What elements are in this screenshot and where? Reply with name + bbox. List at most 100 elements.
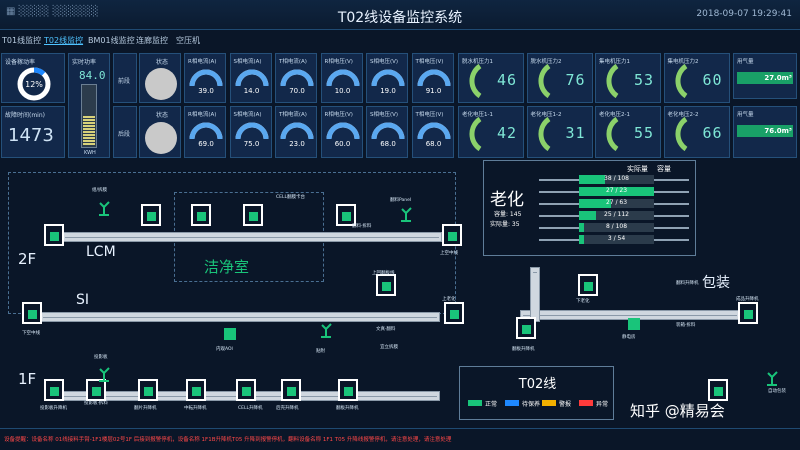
machine-2f-2[interactable] xyxy=(191,204,211,226)
aging-row: 38 / 108 xyxy=(579,175,654,184)
gauge-dial xyxy=(326,122,359,140)
pressure-value: 76 xyxy=(565,71,586,89)
gauge-dial xyxy=(417,69,450,87)
gauge-dial xyxy=(417,122,450,140)
downtime-value: 1473 xyxy=(8,125,54,146)
gauge-label: S相电流(A) xyxy=(233,59,262,65)
front-pressure: 脱水机压力2 76 xyxy=(526,53,593,103)
aging-title: 老化 xyxy=(490,190,524,210)
pressure-arc xyxy=(469,64,482,98)
gauge-dial xyxy=(235,122,268,140)
gauge-value: 14.0 xyxy=(243,87,260,95)
machine-up-lift[interactable] xyxy=(442,224,462,246)
machine-board[interactable] xyxy=(86,379,106,401)
machine-2f-3[interactable] xyxy=(243,204,263,226)
gauge-value: 68.0 xyxy=(425,140,442,148)
pressure-value: 66 xyxy=(702,124,723,142)
machine-up-flip[interactable] xyxy=(376,274,396,296)
machine-loader[interactable] xyxy=(44,224,64,246)
up-lift-label: 上空中线 xyxy=(440,251,458,256)
machine-pack-robot[interactable] xyxy=(708,379,728,401)
gauge-dial xyxy=(280,122,314,140)
power-unit: KWH xyxy=(84,150,96,156)
front-pressure: 集电机压力2 60 xyxy=(663,53,730,103)
aging-panel: 老化 容量: 145 实际量: 35 实际量 容量 38 / 108 27 / … xyxy=(483,160,696,256)
pressure-value: 42 xyxy=(496,124,517,142)
tab-compressor[interactable]: 空压机 xyxy=(176,35,200,46)
machine-lift2[interactable] xyxy=(138,379,158,401)
pressure-arc xyxy=(606,117,619,151)
title-bar: ▦ ░░░░ ░░░░░░ T02线设备监控系统 2018-09-07 19:2… xyxy=(0,0,800,30)
front-pressure: 集电机压力1 53 xyxy=(595,53,661,103)
power-value: 84.0 xyxy=(79,69,106,82)
pressure-arc xyxy=(538,64,551,98)
gauge-value: 39.0 xyxy=(198,87,214,95)
tab-bm01[interactable]: BM01线监控 xyxy=(88,35,135,46)
pressure-value: 31 xyxy=(565,124,586,142)
packing-label: 包装 xyxy=(702,275,730,291)
pack-flip-label: 翻料升降机 xyxy=(676,281,699,286)
gauge-label: T相电压(V) xyxy=(415,112,444,118)
gauge-dial xyxy=(326,69,359,87)
machine-lift6[interactable] xyxy=(338,379,358,401)
conveyor-2f xyxy=(62,232,442,242)
floor2-label: 2F xyxy=(18,250,37,268)
robot-arm-icon xyxy=(99,201,110,216)
gauge-value: 60.0 xyxy=(334,140,351,148)
rear-status-label: 状态 xyxy=(156,112,169,119)
machine-lift1[interactable] xyxy=(44,379,64,401)
machine-2f-1[interactable] xyxy=(141,204,161,226)
lift3-label: 中転升降机 xyxy=(184,406,207,411)
power-panel: 实时功率 84.0 KWH xyxy=(68,53,110,158)
tab-t02[interactable]: T02线监控 xyxy=(44,35,83,46)
front-gauge: S相电流(A) 14.0 xyxy=(229,53,272,103)
gauge-label: R相电流(A) xyxy=(188,112,217,118)
rear-pressure: 老化电压1-1 42 xyxy=(458,106,524,158)
gauge-label: S相电压(V) xyxy=(370,59,399,65)
machine-pack-turn[interactable] xyxy=(738,302,758,324)
rear-gauge: S相电压(V) 68.0 xyxy=(366,106,408,158)
aging-row-text: 8 / 108 xyxy=(605,223,628,230)
robot-arm-icon xyxy=(99,367,110,382)
tab-bar: T01线监控 T02线监控 BM01线监控 连廊监控 空压机 xyxy=(0,32,800,50)
status-legend: T02线 正常 待保养 警报 异常 xyxy=(459,366,614,420)
front-gauge: S相电压(V) 19.0 xyxy=(366,53,408,103)
aoi-label: 内观AOI xyxy=(216,347,233,352)
tab-t01[interactable]: T01线监控 xyxy=(2,35,41,46)
aging-row-text: 38 / 108 xyxy=(604,175,629,182)
down-lift-label: 下空中线 xyxy=(22,331,40,336)
lift6-label: 翻板升降机 xyxy=(336,406,359,411)
legend-label: 警报 xyxy=(559,401,572,408)
machine-up-old[interactable] xyxy=(444,302,464,324)
machine-old[interactable] xyxy=(516,317,536,339)
flip-label: 翻料Panel xyxy=(390,198,412,203)
trans-flip-label: 翻料·拆料 xyxy=(352,224,372,229)
gauge-label: T相电流(A) xyxy=(279,112,307,118)
window-title: T02线设备监控系统 xyxy=(337,10,463,26)
aging-row-text: 3 / 54 xyxy=(607,235,626,242)
machine-lift4[interactable] xyxy=(236,379,256,401)
gauge-value: 10.0 xyxy=(334,87,351,95)
rear-gauge: S相电流(A) 75.0 xyxy=(229,106,272,158)
machine-lift3[interactable] xyxy=(186,379,206,401)
machine-down-lift[interactable] xyxy=(22,302,42,324)
tab-corridor[interactable]: 连廊监控 xyxy=(136,35,168,46)
front-stage-label: 前段 xyxy=(118,78,131,85)
aging-row: 25 / 112 xyxy=(579,211,654,220)
front-gauge: R相电流(A) 39.0 xyxy=(184,53,226,103)
machine-lift5[interactable] xyxy=(281,379,301,401)
gauge-label: T相电压(V) xyxy=(415,59,444,65)
up-flip-label: 上回翻板线 xyxy=(372,271,395,276)
gauge-dial xyxy=(189,122,223,140)
gas-label-1: 用气量 xyxy=(737,59,754,65)
downtime-label: 故障时间(min) xyxy=(5,112,45,119)
pressure-arc xyxy=(675,117,688,151)
robot-arm-icon xyxy=(401,207,412,222)
rear-gauge: T相电压(V) 68.0 xyxy=(411,106,454,158)
gauge-value: 68.0 xyxy=(380,140,396,148)
pack-robot-label: 自动包装 xyxy=(768,389,786,394)
pressure-arc xyxy=(675,64,688,98)
machine-down-old[interactable] xyxy=(578,274,598,296)
utilization-ring: 12% xyxy=(17,67,51,101)
pressure-value: 60 xyxy=(702,71,723,89)
